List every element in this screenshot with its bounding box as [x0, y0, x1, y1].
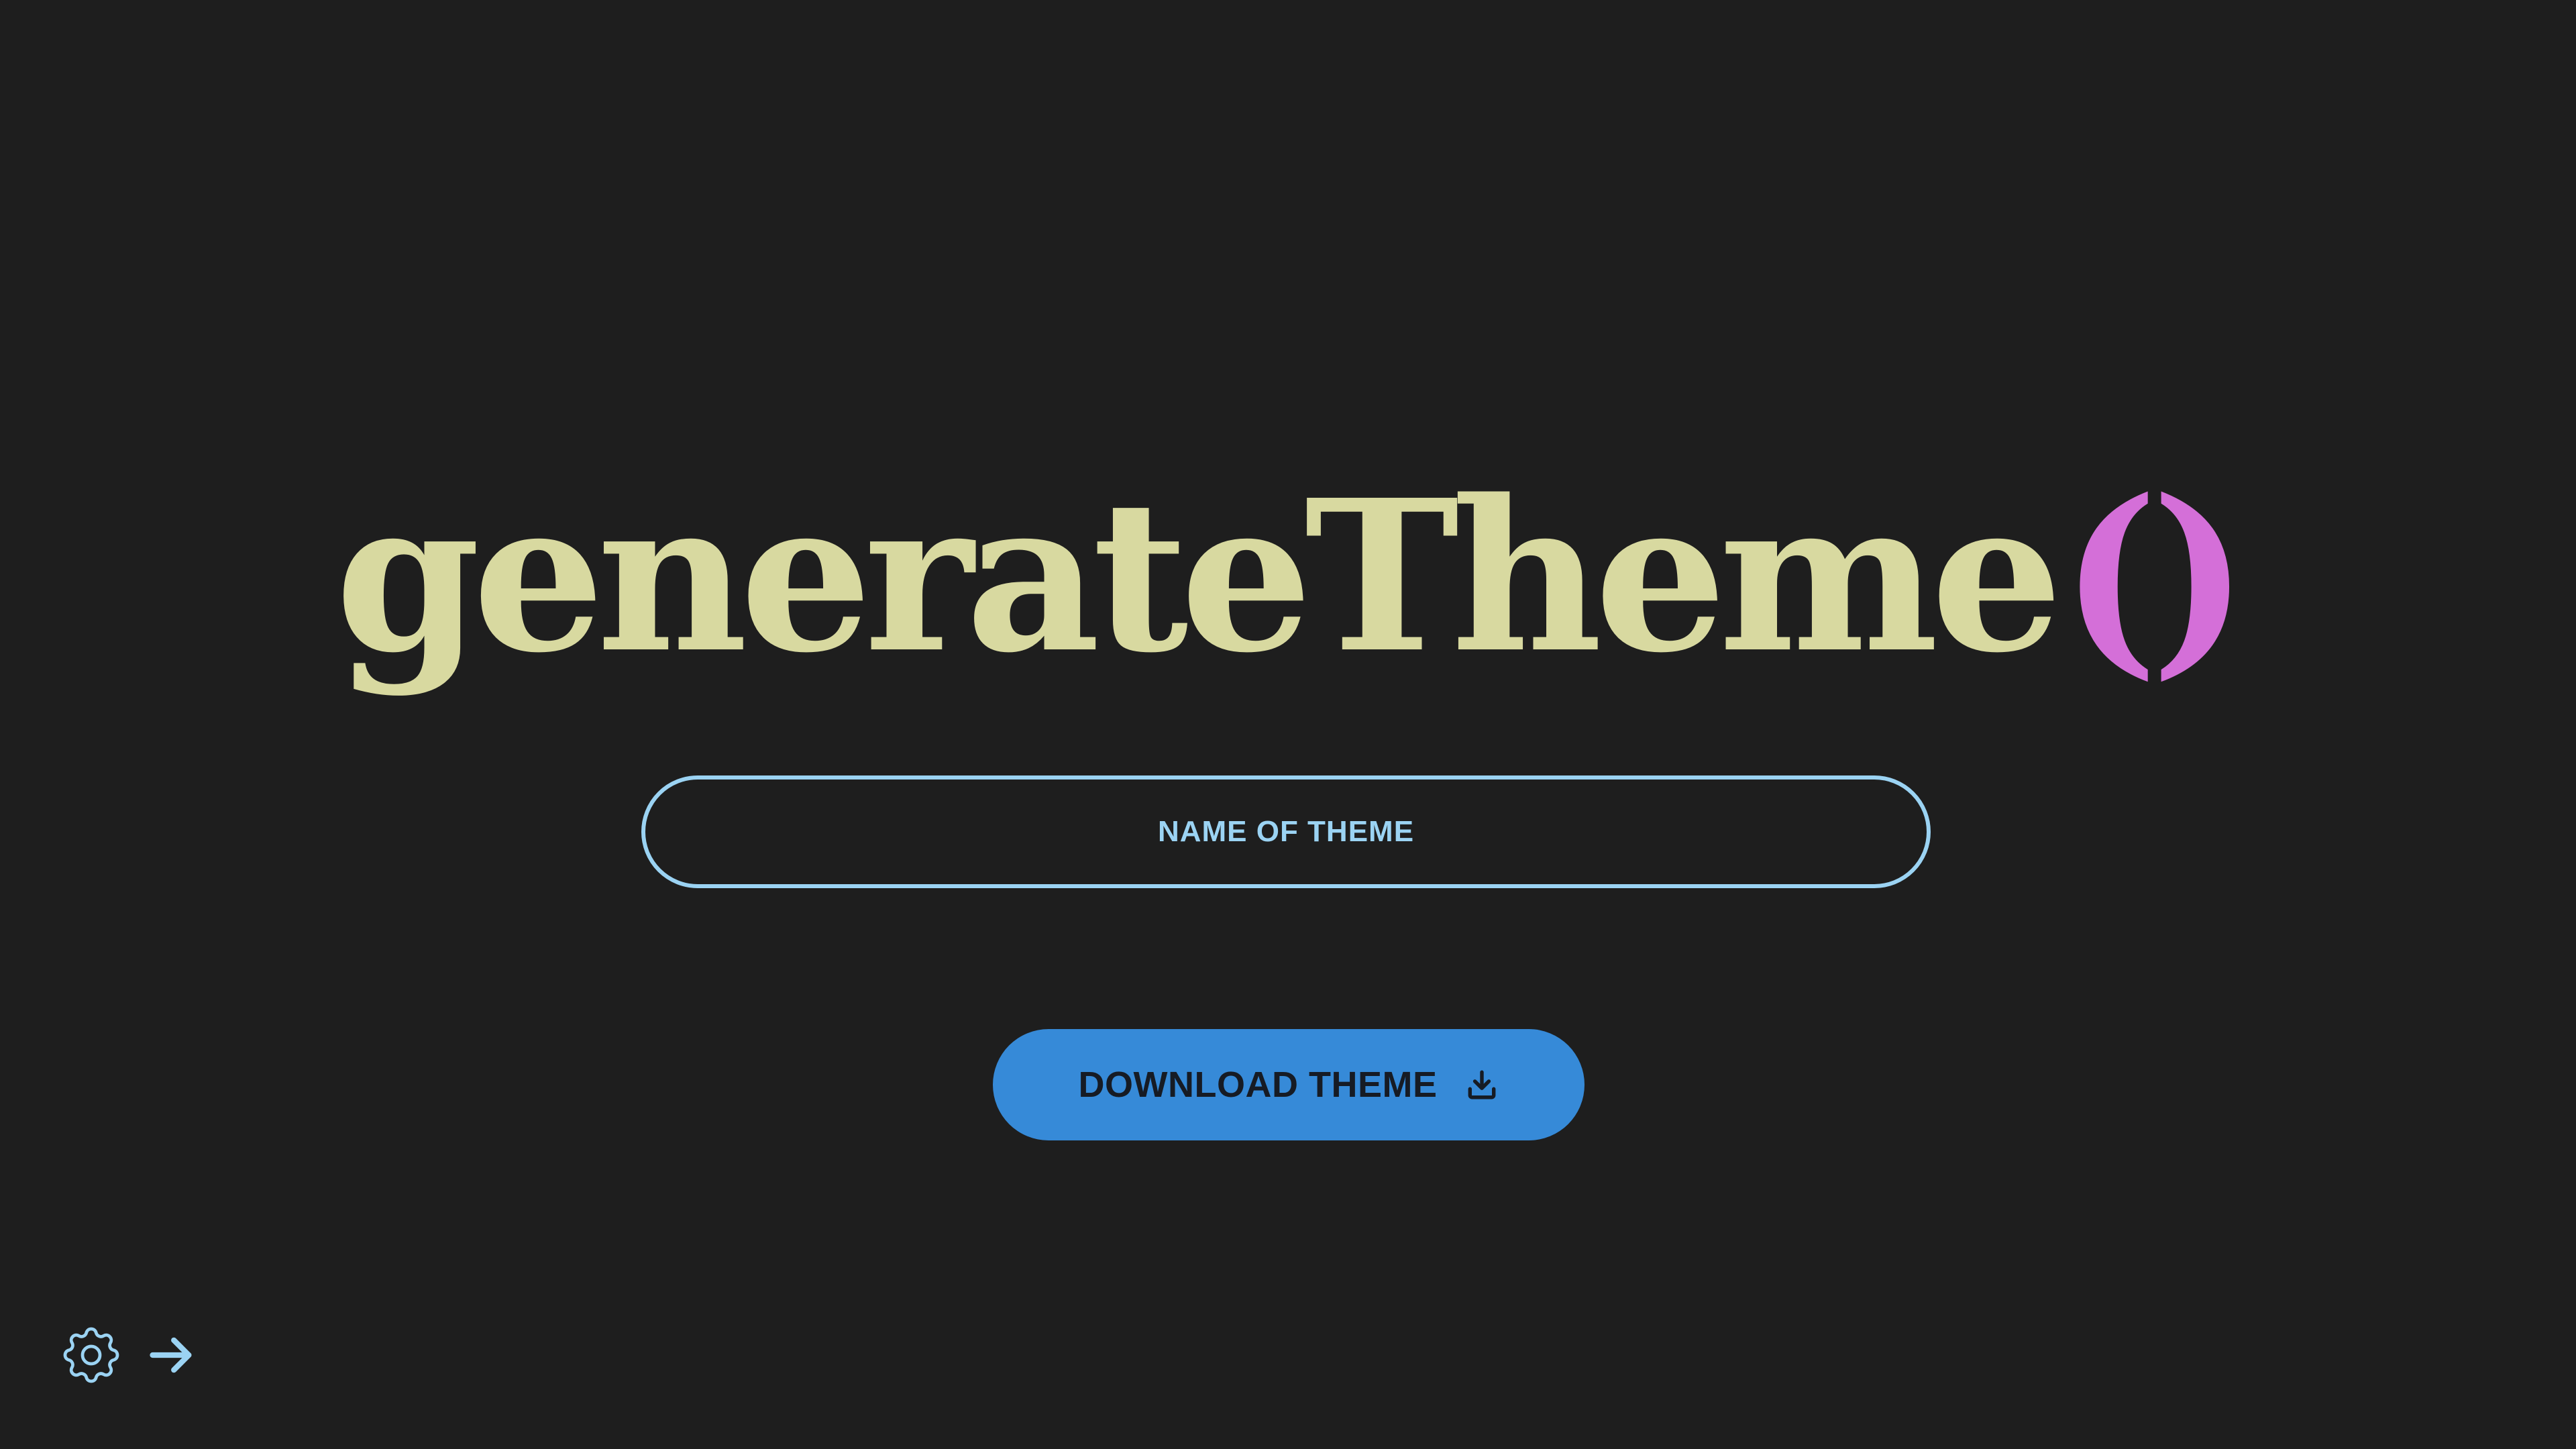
- bottom-toolbar: [56, 1320, 197, 1390]
- title-parens: (): [2060, 455, 2249, 699]
- arrow-right-icon[interactable]: [146, 1330, 197, 1381]
- gear-icon[interactable]: [56, 1320, 126, 1390]
- theme-name-input[interactable]: [641, 775, 1931, 888]
- download-theme-label: DOWNLOAD THEME: [1078, 1065, 1438, 1105]
- title-name: generateTheme: [335, 455, 2063, 699]
- page-title: generateTheme(): [0, 456, 2576, 698]
- download-icon: [1468, 1070, 1496, 1099]
- download-theme-button[interactable]: DOWNLOAD THEME: [993, 1029, 1585, 1140]
